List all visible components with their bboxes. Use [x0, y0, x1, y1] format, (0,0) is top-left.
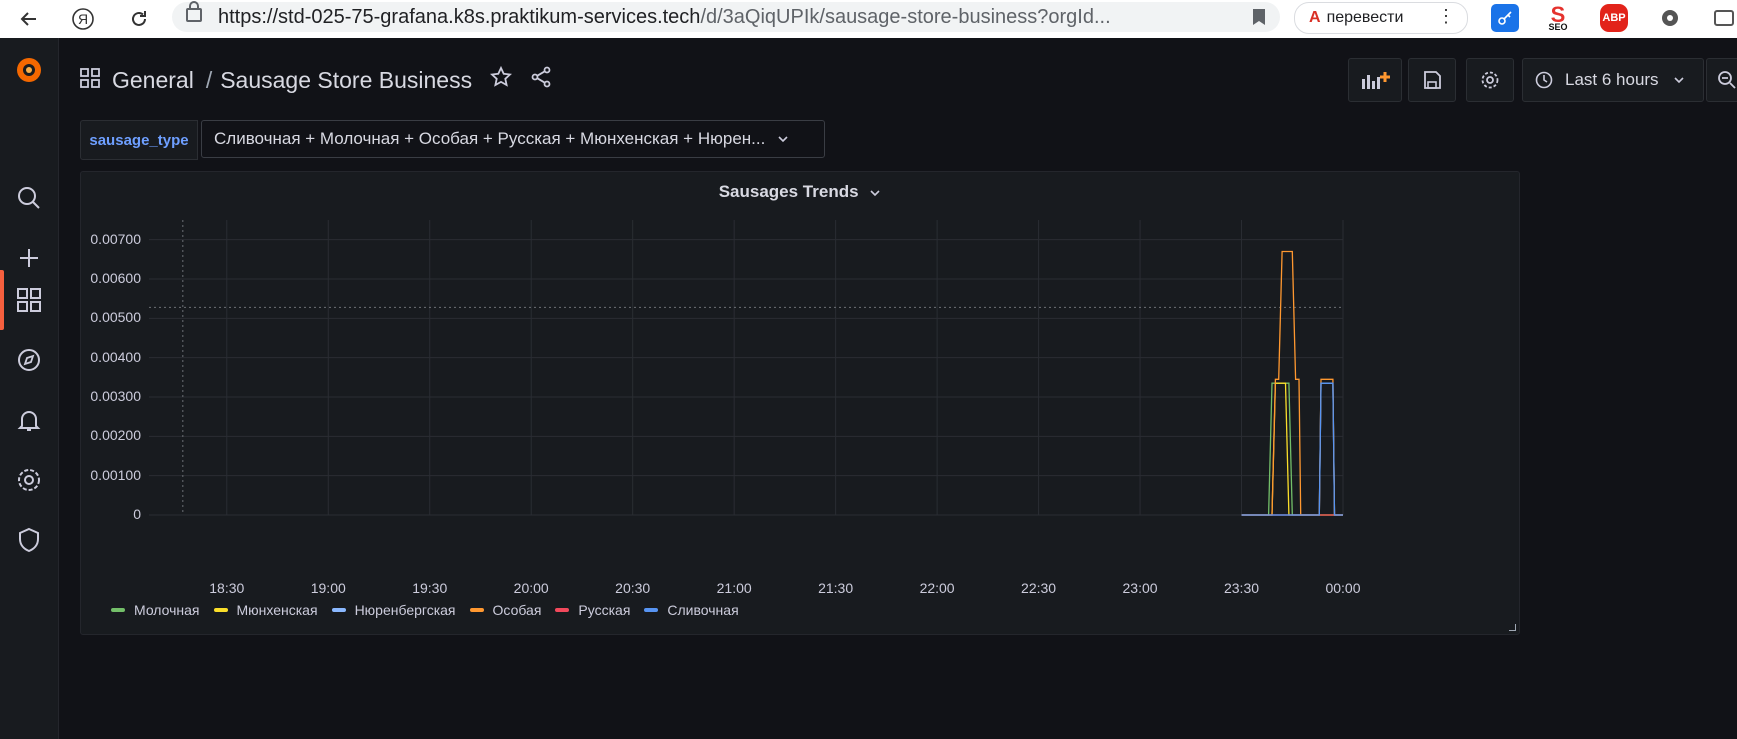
server-admin-shield-icon[interactable]: [0, 520, 58, 560]
chevron-down-icon: [778, 136, 788, 143]
address-bar[interactable]: https://std-025-75-grafana.k8s.praktikum…: [172, 1, 1280, 32]
save-icon: [1424, 71, 1441, 89]
screenshot-extension-icon[interactable]: [1710, 4, 1737, 32]
series-line: [1241, 382, 1343, 516]
legend-swatch: [111, 608, 125, 612]
breadcrumb-separator: /: [205, 66, 213, 93]
legend-swatch: [555, 608, 570, 612]
breadcrumb: General / Sausage Store Business: [80, 62, 552, 98]
legend-item[interactable]: Мюнхенская: [213, 602, 318, 618]
add-panel-icon: [1362, 72, 1390, 89]
gear-extension-icon[interactable]: [1656, 4, 1684, 32]
time-range-picker[interactable]: Last 6 hours: [1522, 58, 1704, 102]
variable-value: Сливочная + Молочная + Особая + Русская …: [214, 129, 766, 148]
legend-item[interactable]: Особая: [469, 602, 542, 618]
legend-item[interactable]: Русская: [555, 602, 630, 618]
legend-item[interactable]: Сливочная: [644, 602, 739, 618]
lock-icon: [186, 1, 202, 22]
configuration-gear-icon[interactable]: [0, 460, 58, 500]
breadcrumb-folder[interactable]: General: [112, 67, 194, 94]
legend-swatch: [331, 608, 346, 612]
chevron-down-icon: [1673, 77, 1684, 84]
variable-label: sausage_type: [80, 120, 198, 160]
dashboards-icon[interactable]: [0, 280, 58, 320]
sausages-trends-panel: Sausages Trends 0.00700 0.00600 0.00500 0.0…: [80, 171, 1520, 635]
legend-item[interactable]: Молочная: [111, 602, 200, 618]
zoom-out-button[interactable]: [1706, 58, 1737, 102]
legend-label: Нюренбергская: [354, 602, 456, 618]
reload-icon[interactable]: [122, 4, 156, 34]
page-title[interactable]: Sausage Store Business: [220, 67, 472, 94]
legend-label: Сливочная: [667, 602, 739, 618]
password-manager-icon[interactable]: [1491, 4, 1519, 32]
grafana-logo-icon[interactable]: [0, 50, 58, 90]
alerting-bell-icon[interactable]: [0, 400, 58, 440]
star-icon[interactable]: [490, 65, 513, 94]
zoom-out-icon: [1718, 71, 1736, 89]
url-text: https://std-025-75-grafana.k8s.praktikum…: [218, 5, 1111, 28]
explore-compass-icon[interactable]: [0, 340, 58, 380]
adblock-plus-icon[interactable]: ABP: [1600, 4, 1628, 32]
search-icon[interactable]: [0, 178, 58, 218]
seo-extension-icon[interactable]: S SEO: [1544, 2, 1572, 32]
clock-icon: [1535, 71, 1553, 89]
legend-swatch: [644, 608, 659, 612]
translate-label: перевести: [1326, 9, 1404, 26]
variable-select[interactable]: Сливочная + Молочная + Особая + Русская …: [201, 120, 825, 158]
back-arrow-icon[interactable]: [12, 4, 46, 34]
save-dashboard-button[interactable]: [1408, 58, 1456, 102]
create-plus-icon[interactable]: [0, 238, 58, 278]
legend-swatch: [469, 608, 484, 612]
legend: Молочная Мюнхенская Нюренбергская Особая Рус…: [111, 602, 753, 618]
add-panel-button[interactable]: [1348, 58, 1402, 102]
legend-label: Мюнхенская: [236, 602, 318, 618]
translate-icon: A: [1309, 9, 1321, 26]
timeseries-chart[interactable]: [81, 172, 1519, 634]
gear-icon: [1481, 71, 1499, 89]
share-icon[interactable]: [530, 66, 552, 94]
dashboard-settings-button[interactable]: [1466, 58, 1514, 102]
resize-handle[interactable]: [1509, 624, 1516, 631]
legend-label: Русская: [578, 602, 631, 618]
legend-label: Молочная: [134, 602, 200, 618]
dashboard-grid-icon: [80, 67, 100, 94]
translate-button[interactable]: A перевести ⋮: [1294, 2, 1468, 34]
legend-swatch: [213, 608, 228, 612]
browser-toolbar: Я https://std-025-75-grafana.k8s.praktik…: [0, 0, 1737, 39]
more-vert-icon[interactable]: ⋮: [1437, 6, 1455, 27]
yandex-logo-icon[interactable]: Я: [66, 4, 100, 34]
legend-label: Особая: [492, 602, 542, 618]
bookmark-icon[interactable]: [1252, 8, 1266, 31]
legend-item[interactable]: Нюренбергская: [331, 602, 456, 618]
svg-text:Я: Я: [78, 11, 88, 27]
time-range-label: Last 6 hours: [1565, 70, 1659, 89]
